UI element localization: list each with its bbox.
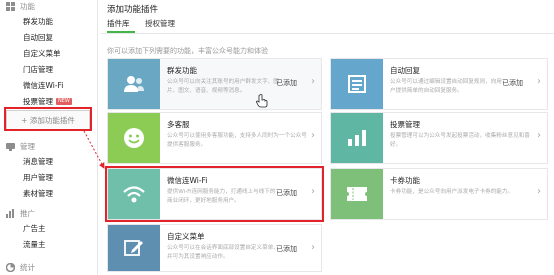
hand-cursor-icon	[256, 94, 268, 110]
annotation-arrow	[83, 130, 105, 169]
